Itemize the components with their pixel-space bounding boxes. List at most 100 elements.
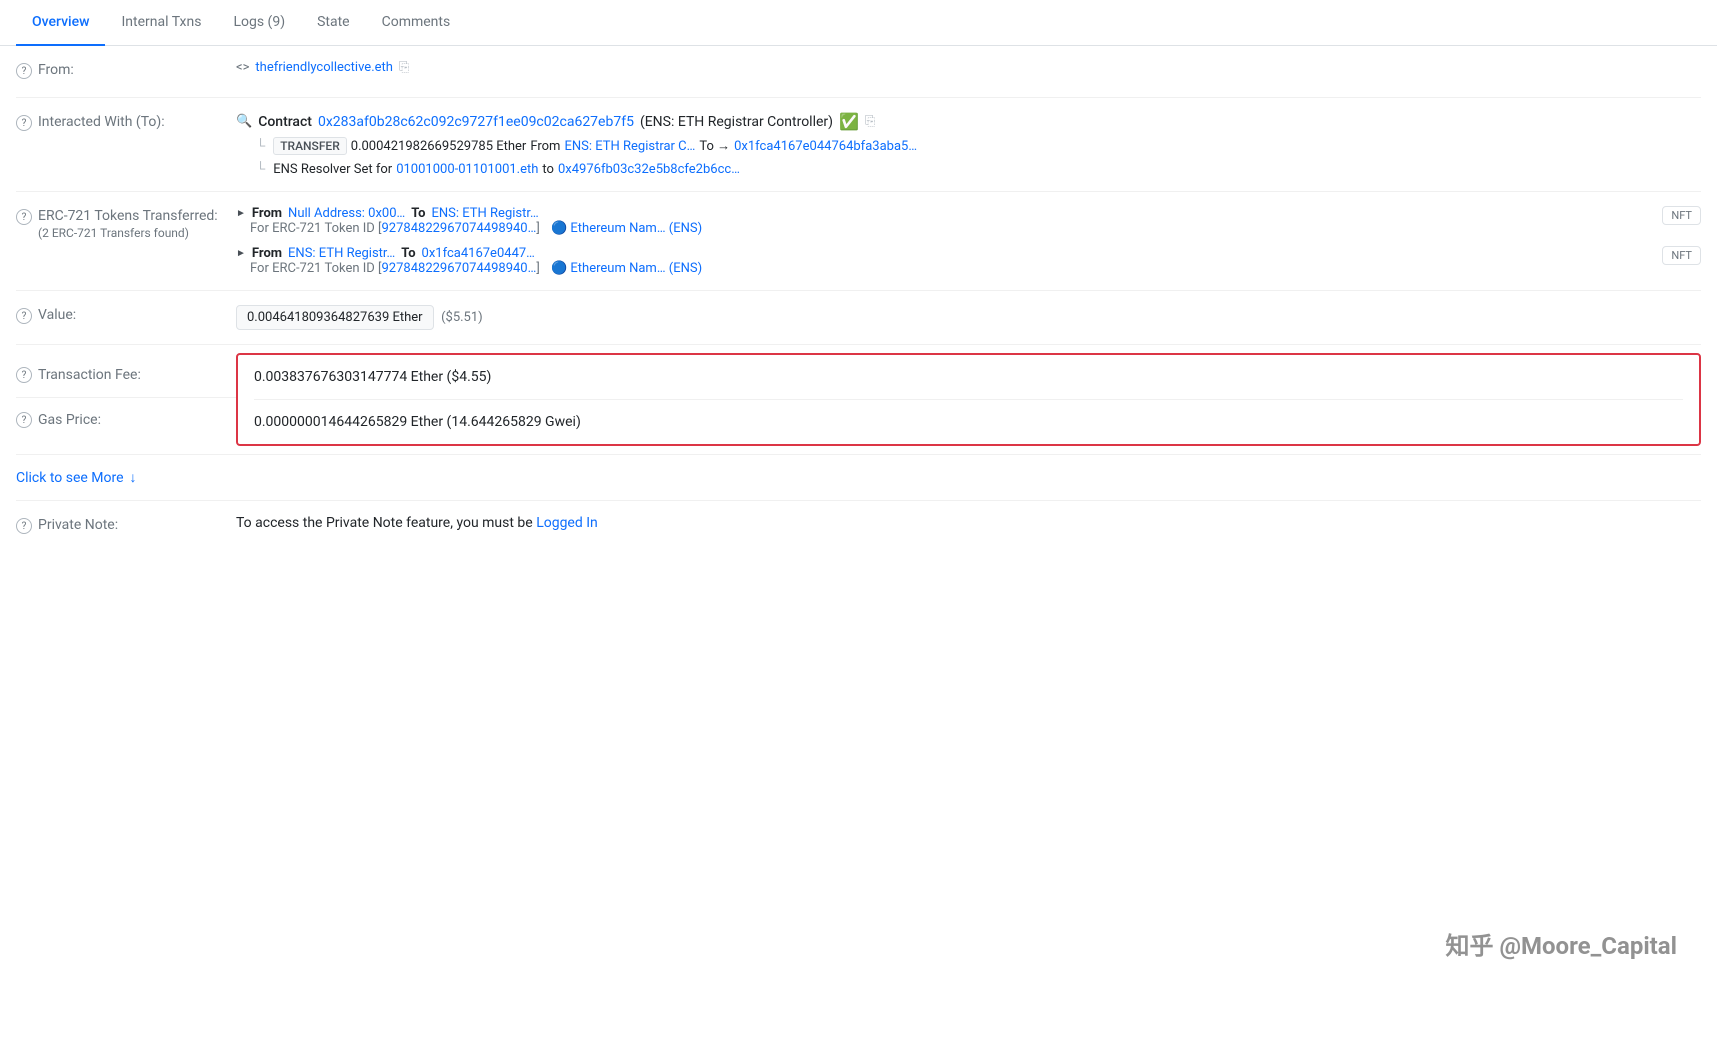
erc721-from-to-line-2: ► From ENS: ETH Registr… To 0x1fca4167e0… (236, 246, 1652, 261)
nft-badge-1: NFT (1662, 206, 1701, 225)
erc721-token-id-link-1[interactable]: 92784822967074498940… (381, 221, 536, 236)
erc721-sublabel: (2 ERC-721 Transfers found) (38, 226, 218, 240)
erc721-from-address-2[interactable]: ENS: ETH Registr… (288, 246, 395, 261)
erc721-transfer-2-content: ► From ENS: ETH Registr… To 0x1fca4167e0… (236, 246, 1652, 276)
value-value: 0.004641809364827639 Ether ($5.51) (236, 305, 1701, 330)
private-note-label-col: ? Private Note: (16, 515, 236, 534)
value-amount: 0.004641809364827639 Ether (247, 310, 423, 325)
transfer-from-link[interactable]: ENS: ETH Registrar C… (564, 139, 695, 154)
erc721-token-id-line-2: For ERC-721 Token ID [927848229670744989… (236, 261, 1652, 276)
erc721-transfer-1-wrapper: ► From Null Address: 0x00… To ENS: ETH R… (236, 206, 1701, 236)
value-usd: ($5.51) (441, 310, 483, 325)
private-note-label: Private Note: (38, 517, 118, 533)
transaction-fee-display: 0.003837676303147774 Ether ($4.55) (254, 355, 1683, 399)
gas-price-help-icon[interactable]: ? (16, 412, 32, 428)
erc721-token-id-line-1: For ERC-721 Token ID [927848229670744989… (236, 221, 1652, 236)
tab-comments[interactable]: Comments (366, 0, 467, 46)
transfer-to-link[interactable]: 0x1fca4167e044764bfa3aba5… (734, 139, 917, 154)
contract-copy-icon[interactable]: ⎘ (865, 114, 875, 129)
erc721-label-block: ERC-721 Tokens Transferred: (2 ERC-721 T… (38, 208, 218, 240)
for-text-2: For ERC-721 Token ID (250, 261, 375, 276)
erc721-to-address-2[interactable]: 0x1fca4167e0447… (422, 246, 535, 261)
corner-icon: └ (256, 138, 265, 154)
value-row: ? Value: 0.004641809364827639 Ether ($5.… (16, 291, 1701, 345)
see-more-link[interactable]: Click to see More ↓ (16, 455, 1701, 500)
ens-domain-link[interactable]: 01001000-01101001.eth (396, 162, 538, 177)
transfer-line-1: └ TRANSFER 0.000421982669529785 Ether Fr… (236, 137, 1701, 155)
erc721-value: ► From Null Address: 0x00… To ENS: ETH R… (236, 206, 1701, 276)
ens-dot-icon-2: 🔵 (551, 261, 567, 276)
verified-checkmark-icon: ✅ (839, 112, 859, 131)
value-help-icon[interactable]: ? (16, 308, 32, 324)
ens-resolver-to-text: to (542, 162, 554, 177)
see-more-arrow: ↓ (130, 469, 137, 486)
see-more-label: Click to see More (16, 470, 124, 486)
erc721-block: ► From Null Address: 0x00… To ENS: ETH R… (236, 206, 1701, 276)
fee-gas-combined-row: ? Transaction Fee:? Gas Price: 0.0038376763… (16, 345, 1701, 455)
transfer-from-text: From (530, 139, 560, 154)
copy-icon[interactable]: ⎘ (399, 60, 409, 75)
private-note-value: To access the Private Note feature, you … (236, 515, 1701, 531)
fee-gas-red-box: 0.003837676303147774 Ether ($4.55)0.0000… (236, 353, 1701, 446)
private-note-help-icon[interactable]: ? (16, 518, 32, 534)
from-address-link[interactable]: thefriendlycollective.eth (255, 60, 393, 75)
tx-fee-label: Transaction Fee: (38, 367, 141, 383)
erc721-from-address-1[interactable]: Null Address: 0x00… (288, 206, 405, 221)
value-label: Value: (38, 307, 76, 323)
erc721-label: ERC-721 Tokens Transferred: (38, 208, 218, 224)
contract-address-link[interactable]: 0x283af0b28c62c092c9727f1ee09c02ca627eb7… (318, 114, 634, 130)
contract-keyword: Contract (258, 114, 312, 130)
ens-resolver-to-link[interactable]: 0x4976fb03c32e5b8cfe2b6cc… (558, 162, 740, 177)
erc721-transfer-2-wrapper: ► From ENS: ETH Registr… To 0x1fca4167e0… (236, 246, 1701, 276)
gas-price-display: 0.000000014644265829 Ether (14.644265829… (254, 400, 1683, 444)
from-keyword-1: From (252, 206, 282, 221)
value-label-col: ? Value: (16, 305, 236, 324)
interacted-label: Interacted With (To): (38, 114, 165, 130)
from-row: ? From: <> thefriendlycollective.eth ⎘ (16, 46, 1701, 98)
ens-resolver-line: └ ENS Resolver Set for 01001000-01101001… (236, 161, 1701, 177)
value-badge: 0.004641809364827639 Ether (236, 305, 434, 330)
interacted-label-col: ? Interacted With (To): (16, 112, 236, 131)
tx-fee-help-icon[interactable]: ? (16, 367, 32, 383)
erc721-transfer-1-content: ► From Null Address: 0x00… To ENS: ETH R… (236, 206, 1652, 236)
triangle-icon-1: ► (236, 208, 246, 219)
triangle-icon-2: ► (236, 248, 246, 259)
ens-resolver-text: ENS Resolver Set for (273, 162, 392, 177)
erc721-help-icon[interactable]: ? (16, 209, 32, 225)
contract-line: 🔍 Contract 0x283af0b28c62c092c9727f1ee09… (236, 112, 1701, 131)
interacted-value: 🔍 Contract 0x283af0b28c62c092c9727f1ee09… (236, 112, 1701, 177)
transfer-amount: 0.000421982669529785 Ether (351, 139, 527, 154)
logged-in-link[interactable]: Logged In (536, 515, 598, 531)
transfer-badge: TRANSFER (273, 137, 347, 155)
nft-badge-2: NFT (1662, 246, 1701, 265)
contract-name: (ENS: ETH Registrar Controller) (640, 114, 833, 130)
main-content: ? From: <> thefriendlycollective.eth ⎘ ?… (0, 46, 1717, 548)
erc721-label-col: ? ERC-721 Tokens Transferred: (2 ERC-721… (16, 206, 236, 240)
search-icon: 🔍 (236, 114, 252, 129)
erc721-row: ? ERC-721 Tokens Transferred: (2 ERC-721… (16, 192, 1701, 291)
gas-price-label: Gas Price: (38, 412, 101, 428)
from-keyword-2: From (252, 246, 282, 261)
corner-icon-2: └ (256, 161, 265, 177)
erc721-token-id-link-2[interactable]: 92784822967074498940… (381, 261, 536, 276)
private-note-text: To access the Private Note feature, you … (236, 515, 533, 531)
interacted-with-row: ? Interacted With (To): 🔍 Contract 0x283… (16, 98, 1701, 192)
from-label: From: (38, 62, 74, 78)
tab-overview[interactable]: Overview (16, 0, 105, 46)
erc721-token-name-1[interactable]: Ethereum Nam… (ENS) (570, 221, 702, 236)
ens-dot-icon-1: 🔵 (551, 221, 567, 236)
erc721-from-to-line-1: ► From Null Address: 0x00… To ENS: ETH R… (236, 206, 1652, 221)
transfer-to-text: To → (699, 138, 730, 154)
from-label-col: ? From: (16, 60, 236, 79)
to-keyword-1: To (411, 206, 425, 221)
tab-logs[interactable]: Logs (9) (217, 0, 301, 46)
erc721-token-name-2[interactable]: Ethereum Nam… (ENS) (570, 261, 702, 276)
for-text-1: For ERC-721 Token ID (250, 221, 375, 236)
interacted-block: 🔍 Contract 0x283af0b28c62c092c9727f1ee09… (236, 112, 1701, 177)
from-help-icon[interactable]: ? (16, 63, 32, 79)
tab-internal-txns[interactable]: Internal Txns (105, 0, 217, 46)
interacted-help-icon[interactable]: ? (16, 115, 32, 131)
tab-state[interactable]: State (301, 0, 366, 46)
code-brackets-icon: <> (236, 60, 249, 75)
erc721-to-address-1[interactable]: ENS: ETH Registr… (432, 206, 539, 221)
